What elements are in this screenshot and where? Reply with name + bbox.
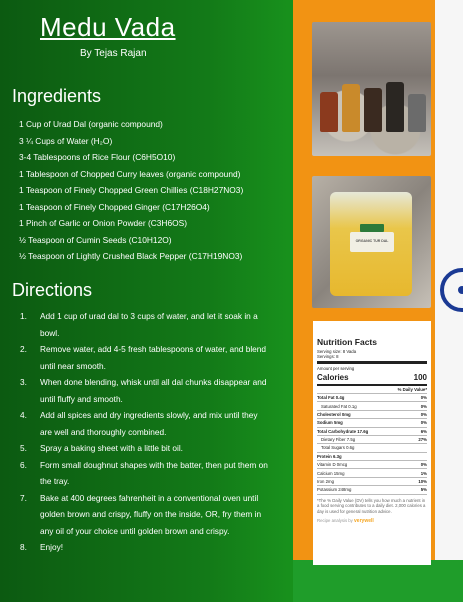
nutrient-dv: 0% xyxy=(420,420,427,426)
step-number: 2. xyxy=(20,344,27,354)
nutrient-row: Protein 6.3g xyxy=(317,453,427,461)
ingredient-item: ½ Teaspoon of Lightly Crushed Black Pepp… xyxy=(19,251,243,261)
directions-list: 1. Add 1 cup of urad dal to 3 cups of wat… xyxy=(20,308,270,556)
powered-by-text: Recipe analysis by xyxy=(317,518,353,523)
spices-photo xyxy=(312,22,431,156)
recipe-page: Medu Vada By Tejas Rajan Ingredients 1 C… xyxy=(0,0,463,602)
nutrient-row: Sodium 5mg 0% xyxy=(317,419,427,428)
step-number: 3. xyxy=(20,377,27,387)
nutrient-label: Saturated Fat 0.1g xyxy=(321,403,357,409)
ingredient-item: 1 Teaspoon of Finely Chopped Ginger (C17… xyxy=(19,201,210,212)
spice-jar xyxy=(386,82,404,132)
direction-step: 5. Spray a baking sheet with a little bit… xyxy=(20,440,270,457)
ingredient-item: 1 Tablespoon of Chopped Curry leaves (or… xyxy=(19,168,241,179)
direction-step: 2. Remove water, add 4-5 fresh tablespoon… xyxy=(20,341,270,374)
step-number: 8. xyxy=(20,542,27,552)
nutrient-dv: 0% xyxy=(420,411,427,417)
directions-heading: Directions xyxy=(12,280,93,300)
calories-label: Calories xyxy=(317,373,349,382)
step-text: Bake at 400 degrees fahrenheit in a conv… xyxy=(40,492,262,536)
direction-step: 7. Bake at 400 degrees fahrenheit in a co… xyxy=(20,490,270,540)
calories-row: Calories 100 xyxy=(317,371,427,386)
direction-step: 6. Form small doughnut shapes with the ba… xyxy=(20,457,270,490)
daily-value-header: % Daily Value* xyxy=(317,386,427,394)
step-number: 4. xyxy=(20,410,27,420)
ingredient-item: ½ Teaspoon of Cumin Seeds (C10H12O) xyxy=(19,234,172,245)
nutrient-dv: 0% xyxy=(420,395,427,401)
nutrient-label: Vitamin D 0mcg xyxy=(317,462,348,468)
nutrient-label: Cholesterol 0mg xyxy=(317,411,351,417)
nutrient-row: Iron 2mg 10% xyxy=(317,478,427,487)
spice-jar xyxy=(408,94,426,132)
nutrient-label: Potassium 248mg xyxy=(317,487,352,493)
ingredient-item: 1 Pinch of Garlic or Onion Powder (C3H6O… xyxy=(19,218,188,228)
step-number: 5. xyxy=(20,443,27,453)
direction-step: 4. Add all spices and dry ingredients slo… xyxy=(20,407,270,440)
nutrient-label: Dietary Fiber 7.5g xyxy=(321,437,356,443)
step-number: 6. xyxy=(20,459,27,470)
dal-bag: ORGANIC TUR DAL xyxy=(330,192,412,296)
step-text: When done blending, whisk until all dal … xyxy=(40,377,267,404)
nutrient-dv: 27% xyxy=(418,437,427,443)
spice-jar xyxy=(320,92,338,132)
step-text: Enjoy! xyxy=(40,542,64,552)
nutrition-facts-label: Nutrition Facts Serving size: 8 Vada Ser… xyxy=(313,321,431,565)
nutrient-label: Total Carbohydrate 17.6g xyxy=(317,428,369,434)
nutrient-row: Total Carbohydrate 17.6g 6% xyxy=(317,428,427,436)
step-text: Form small doughnut shapes with the batt… xyxy=(40,459,268,487)
step-text: Spray a baking sheet with a little bit o… xyxy=(40,443,183,453)
ingredients-heading: Ingredients xyxy=(12,86,102,106)
flag-green-stripe xyxy=(293,560,463,602)
step-text: Add 1 cup of urad dal to 3 cups of water… xyxy=(40,311,258,338)
step-text: Add all spices and dry ingredients slowl… xyxy=(40,410,258,437)
nutrient-row: Vitamin D 0mcg 0% xyxy=(317,461,427,470)
nutrient-dv: 1% xyxy=(420,470,427,476)
spice-jar xyxy=(364,88,382,132)
ingredient-item: 3 ¼ Cups of Water (H₂O) xyxy=(19,135,113,146)
direction-step: 1. Add 1 cup of urad dal to 3 cups of wat… xyxy=(20,308,270,341)
bag-label: ORGANIC TUR DAL xyxy=(350,232,394,252)
nutrient-dv: 6% xyxy=(420,428,427,434)
author-byline: By Tejas Rajan xyxy=(80,48,147,59)
nutrient-label: Calcium 15mg xyxy=(317,470,345,476)
bag-label-text: ORGANIC TUR DAL xyxy=(355,239,389,243)
nutrition-divider xyxy=(317,361,427,364)
nutrient-row: Saturated Fat 0.1g 0% xyxy=(317,402,427,411)
page-title: Medu Vada xyxy=(40,12,176,42)
nutrient-label: Iron 2mg xyxy=(317,478,334,484)
nutrient-row: Potassium 248mg 5% xyxy=(317,486,427,495)
nutrient-label: Sodium 5mg xyxy=(317,420,343,426)
nutrient-dv: 5% xyxy=(420,487,427,493)
servings: Servings: 8 xyxy=(317,354,339,359)
direction-step: 3. When done blending, whisk until all da… xyxy=(20,374,270,407)
nutrient-row: Cholesterol 0mg 0% xyxy=(317,411,427,420)
nutrient-row: Total Fat 0.4g 0% xyxy=(317,394,427,403)
nutrient-label: Total Sugars 0.6g xyxy=(321,445,355,451)
nutrient-label: Total Fat 0.4g xyxy=(317,395,345,401)
nutrient-label: Protein 6.3g xyxy=(317,453,342,459)
verywell-logo: verywell xyxy=(354,518,374,524)
calories-value: 100 xyxy=(413,373,427,382)
nutrient-dv: 0% xyxy=(420,403,427,409)
ingredient-item: 3-4 Tablespoons of Rice Flour (C6H5O10) xyxy=(19,152,176,162)
nutrient-rows: Total Fat 0.4g 0% Saturated Fat 0.1g 0% Chol… xyxy=(317,394,427,495)
nutrition-title: Nutrition Facts xyxy=(317,337,377,347)
powered-by: Recipe analysis by verywell xyxy=(317,518,427,524)
nutrient-row: Calcium 15mg 1% xyxy=(317,469,427,478)
nutrient-row: Dietary Fiber 7.5g 27% xyxy=(317,436,427,445)
nutrient-dv: 10% xyxy=(418,478,427,484)
step-text: Remove water, add 4-5 fresh tablespoons … xyxy=(40,344,267,371)
ingredient-item: 1 Cup of Urad Dal (organic compound) xyxy=(19,119,163,129)
nutrient-dv: 0% xyxy=(420,462,427,468)
nutrient-row: Total Sugars 0.6g xyxy=(317,444,427,453)
direction-step: 8. Enjoy! xyxy=(20,539,270,556)
bag-brand-mark xyxy=(360,224,384,232)
ingredient-item: 1 Teaspoon of Finely Chopped Green Chill… xyxy=(19,185,244,195)
nutrition-footnote: *The % Daily Value (DV) tells you how mu… xyxy=(317,497,426,514)
step-number: 7. xyxy=(20,492,27,503)
ingredients-list: 1 Cup of Urad Dal (organic compound) 3 ¼… xyxy=(19,116,243,265)
step-number: 1. xyxy=(20,311,27,321)
spice-jar xyxy=(342,84,360,132)
dal-bag-photo: ORGANIC TUR DAL xyxy=(312,176,431,308)
